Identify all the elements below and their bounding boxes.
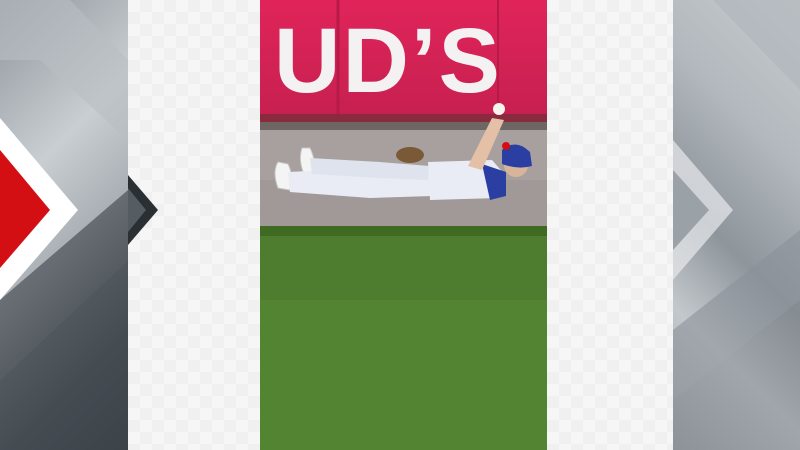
outfield-scene: UD’S [260,0,547,450]
video-frame: UD’S [260,0,547,450]
dark-chevron-accent [128,175,158,245]
baseball-glove [396,147,424,163]
right-frame-panel [547,0,673,450]
chevron-graphic-left [0,0,128,450]
wall-sign-text: UD’S [274,10,502,112]
right-backdrop [673,0,800,450]
chevron-graphic-right [673,0,800,450]
left-frame-panel [128,0,260,450]
left-backdrop [0,0,128,450]
baseball [493,103,505,115]
